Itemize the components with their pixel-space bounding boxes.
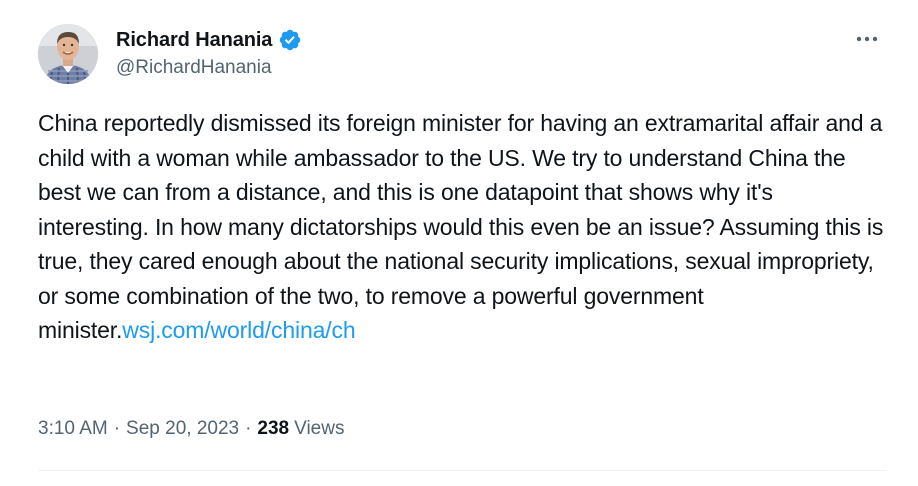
profile-photo (38, 24, 98, 84)
avatar[interactable] (38, 24, 98, 84)
tweet-card: Richard Hanania @RichardHanania China re… (0, 0, 918, 486)
author-name-row: Richard Hanania (116, 27, 302, 53)
meta-separator: · (245, 418, 252, 439)
divider (38, 470, 886, 471)
meta-separator: · (113, 418, 121, 439)
tweet-meta: 3:10 AM · Sep 20, 2023 · 238 Views (38, 418, 344, 440)
tweet-link[interactable]: wsj.com/world/china/ch (122, 317, 355, 343)
tweet-date[interactable]: Sep 20, 2023 (126, 418, 239, 440)
tweet-time[interactable]: 3:10 AM (38, 418, 108, 440)
views-label: Views (294, 418, 345, 439)
views-count: 238 (257, 418, 290, 439)
tweet-body: China reportedly dismissed its foreign m… (38, 110, 884, 343)
verified-badge-icon[interactable] (278, 28, 302, 52)
more-options-icon[interactable] (852, 26, 882, 52)
tweet-text: China reportedly dismissed its foreign m… (38, 106, 888, 348)
author-display-name[interactable]: Richard Hanania (116, 29, 272, 52)
author-handle[interactable]: @RichardHanania (116, 57, 272, 79)
